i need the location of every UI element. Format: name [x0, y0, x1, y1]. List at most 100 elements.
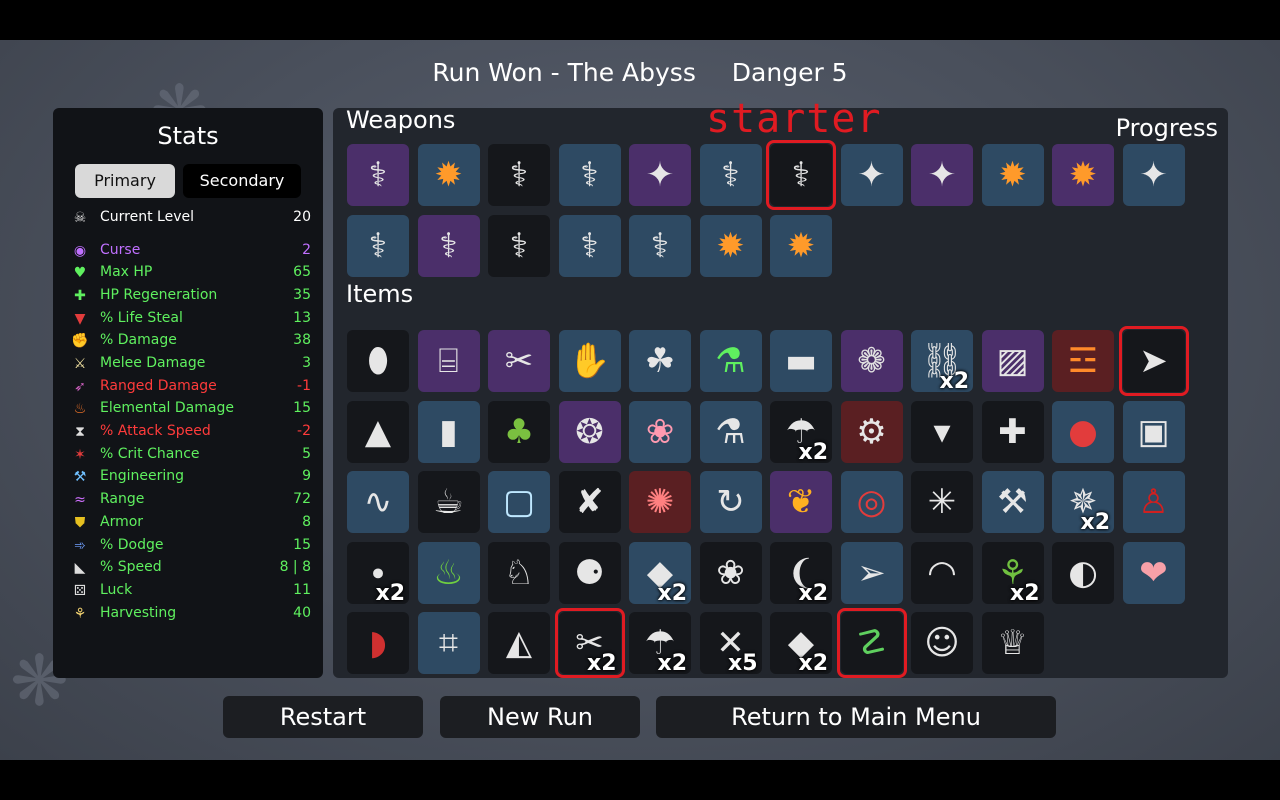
piggy-bank-icon: ❤: [1139, 552, 1168, 593]
item-slot[interactable]: ☕: [417, 471, 480, 533]
item-slot[interactable]: ⚈: [558, 541, 621, 604]
stat-row: ⚄ Luck 11: [71, 581, 311, 603]
item-slot[interactable]: ▾: [911, 400, 973, 463]
weapon-slot[interactable]: ✹: [981, 144, 1044, 206]
item-slot[interactable]: ↻: [699, 471, 762, 533]
wrench-arm-icon: ⚒: [997, 482, 1028, 522]
item-slot[interactable]: ◠: [911, 541, 973, 604]
item-slot[interactable]: ❨ x2: [770, 541, 832, 604]
item-slot[interactable]: ☺: [911, 612, 973, 674]
weapon-slot[interactable]: ✦: [1122, 144, 1185, 206]
item-slot[interactable]: ▨: [981, 330, 1044, 392]
item-slot[interactable]: ➢: [840, 541, 903, 604]
fireball-icon: ✹: [716, 225, 745, 266]
item-slot[interactable]: ⚙: [840, 400, 903, 463]
item-slot[interactable]: ∙ x2: [347, 541, 409, 604]
item-slot[interactable]: ✘: [558, 471, 621, 533]
highlight-frame: [836, 608, 907, 678]
game-screen: ❋ ❋ ❋ Run Won - The Abyss Danger 5 Stats…: [0, 40, 1280, 760]
item-slot[interactable]: ⌗: [417, 612, 480, 674]
item-slot[interactable]: ✵ x2: [1052, 471, 1114, 533]
flame-icon: ♨: [73, 401, 87, 417]
item-slot[interactable]: ◆ x2: [629, 541, 691, 604]
item-slot[interactable]: ∿: [347, 471, 409, 533]
item-slot[interactable]: ♘: [488, 541, 550, 604]
item-slot[interactable]: ▢: [488, 471, 550, 533]
item-slot[interactable]: ♙: [1122, 471, 1185, 533]
item-slot[interactable]: ♨: [417, 541, 480, 604]
weapon-slot[interactable]: ⚕: [347, 214, 409, 277]
item-slot[interactable]: ☘: [629, 330, 691, 392]
item-slot[interactable]: ⚘ x2: [981, 541, 1044, 604]
weapon-slot[interactable]: ✦: [629, 144, 691, 206]
stat-row: ✚ HP Regeneration 35: [71, 286, 311, 308]
item-slot[interactable]: ●: [1052, 400, 1114, 463]
item-slot[interactable]: ✚: [981, 400, 1044, 463]
tab-primary[interactable]: Primary: [75, 164, 175, 198]
item-slot[interactable]: ⛓ x2: [911, 330, 973, 392]
wand-icon: ✦: [645, 155, 675, 195]
egg-icon: ⬮: [367, 341, 389, 381]
item-slot[interactable]: ❁: [840, 330, 903, 392]
weapon-slot[interactable]: ✹: [770, 214, 832, 277]
weapon-slot[interactable]: ⚕: [488, 214, 550, 277]
new-run-button[interactable]: New Run: [440, 696, 640, 738]
spoon-icon: ⚕: [439, 225, 458, 266]
item-slot[interactable]: ✂: [488, 330, 550, 392]
restart-button[interactable]: Restart: [223, 696, 423, 738]
item-slot[interactable]: ♣: [488, 400, 550, 463]
weapon-slot[interactable]: ⚕: [699, 144, 762, 206]
item-slot[interactable]: ✳: [911, 471, 973, 533]
item-slot[interactable]: ◎: [840, 471, 903, 533]
progress-tab[interactable]: Progress: [1116, 114, 1218, 142]
weapon-slot[interactable]: ⚕: [347, 144, 409, 206]
item-slot[interactable]: ❀: [629, 400, 691, 463]
stat-row: ✶ % Crit Chance 5: [71, 445, 311, 467]
weapon-slot[interactable]: ⚕: [417, 214, 480, 277]
item-slot[interactable]: ◗: [347, 612, 409, 674]
weapon-slot[interactable]: ✦: [840, 144, 903, 206]
weapon-slot[interactable]: ✹: [699, 214, 762, 277]
worm-icon: ∿: [363, 482, 393, 522]
item-slot[interactable]: ⚗: [699, 400, 762, 463]
item-slot[interactable]: ❂: [558, 400, 621, 463]
weapon-slot[interactable]: ⚕: [558, 214, 621, 277]
item-slot[interactable]: ⚗: [699, 330, 762, 392]
item-slot[interactable]: ♕: [981, 612, 1044, 674]
item-slot[interactable]: ❀: [699, 541, 762, 604]
main-menu-button[interactable]: Return to Main Menu: [656, 696, 1056, 738]
item-slot[interactable]: ◐: [1052, 541, 1114, 604]
weapon-slot[interactable]: ✹: [1052, 144, 1114, 206]
item-slot[interactable]: ☂ x2: [629, 612, 691, 674]
weapon-slot[interactable]: ⚕: [629, 214, 691, 277]
item-slot[interactable]: ▲: [347, 400, 409, 463]
item-slot[interactable]: ✕ x5: [699, 612, 762, 674]
fang-icon: ▼: [74, 311, 86, 327]
weapon-slot[interactable]: ⚕: [488, 144, 550, 206]
stack-count: x2: [657, 651, 688, 674]
weapon-slot[interactable]: ⚕: [558, 144, 621, 206]
weapon-slot[interactable]: ✹: [417, 144, 480, 206]
item-slot[interactable]: ✋: [558, 330, 621, 392]
item-slot[interactable]: ▮: [417, 400, 480, 463]
item-slot[interactable]: ⬮: [347, 330, 409, 392]
mirror-icon: ▨: [996, 341, 1029, 381]
item-slot[interactable]: ⚒: [981, 471, 1044, 533]
range-icon: ≈: [74, 492, 86, 508]
item-slot[interactable]: ❦: [770, 471, 832, 533]
item-slot[interactable]: ▣: [1122, 400, 1185, 463]
weapon-slot[interactable]: ✦: [911, 144, 973, 206]
stat-label: Max HP: [100, 264, 153, 280]
item-slot[interactable]: ✺: [629, 471, 691, 533]
item-slot[interactable]: ❤: [1122, 541, 1185, 604]
tea-cup-icon: ☕: [433, 482, 464, 522]
item-slot[interactable]: ⌸: [417, 330, 480, 392]
tab-secondary[interactable]: Secondary: [183, 164, 301, 198]
spoon-icon: ⚕: [509, 155, 529, 195]
item-slot[interactable]: ◆ x2: [770, 612, 832, 674]
item-slot[interactable]: ▬: [770, 330, 832, 392]
stat-value: 35: [293, 287, 311, 303]
item-slot[interactable]: ◭: [488, 612, 550, 674]
item-slot[interactable]: ☂ x2: [770, 400, 832, 463]
item-slot[interactable]: ☲: [1052, 330, 1114, 392]
